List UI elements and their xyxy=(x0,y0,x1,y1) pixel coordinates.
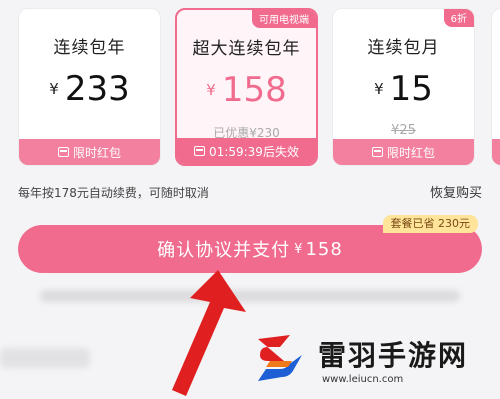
watermark-url: www.leiucn.com xyxy=(322,374,404,385)
plan-footer: 01:59:39后失效 xyxy=(177,138,316,164)
currency-symbol: ¥ xyxy=(374,80,384,98)
watermark-name: 雷羽手游网 xyxy=(318,339,469,372)
plan-footer: 限时红包 xyxy=(333,139,474,165)
pay-button-label: 确认协议并支付 xyxy=(157,240,291,261)
pay-amount: 158 xyxy=(305,238,343,260)
price-value: 158 xyxy=(221,70,287,110)
plan-price: ¥233 xyxy=(19,69,160,109)
blurred-agreement-text xyxy=(40,290,460,302)
watermark: 雷羽手游网 www.leiucn.com xyxy=(250,320,500,399)
footer-label: 限时红包 xyxy=(72,145,121,160)
currency-symbol: ¥ xyxy=(294,241,304,257)
plan-name: 连续包月 xyxy=(367,38,440,58)
discount-tag: 6折 xyxy=(443,9,474,27)
red-packet-icon xyxy=(194,146,206,156)
auto-renew-notice: 每年按178元自动续费，可随时取消 xyxy=(18,186,209,200)
plan-card-monthly[interactable]: 6折 连续包月 ¥15 ¥25 限时红包 xyxy=(332,8,475,166)
savings-badge: 套餐已省 230元 xyxy=(382,215,478,233)
plan-card-super-yearly[interactable]: 可用电视端 超大连续包年 ¥158 已优惠¥230 01:59:39后失效 xyxy=(175,8,318,166)
price-value: 15 xyxy=(389,69,433,109)
plan-price: ¥15 xyxy=(333,69,474,109)
plan-name: 连续包年 xyxy=(53,38,126,58)
plan-card-partial[interactable] xyxy=(491,8,500,166)
countdown-label: 01:59:39后失效 xyxy=(209,144,299,159)
plan-footer xyxy=(492,139,500,165)
restore-purchase-link[interactable]: 恢复购买 xyxy=(430,182,482,201)
plan-price: ¥158 xyxy=(177,70,316,110)
plan-footer: 限时红包 xyxy=(19,139,160,165)
tv-available-tag: 可用电视端 xyxy=(252,10,316,28)
site-logo-icon xyxy=(258,334,302,381)
footer-label: 限时红包 xyxy=(386,145,435,160)
currency-symbol: ¥ xyxy=(206,81,216,99)
plan-card-yearly[interactable]: 连续包年 ¥233 限时红包 xyxy=(18,8,161,166)
red-packet-icon xyxy=(57,147,69,157)
original-price: ¥25 xyxy=(391,123,416,138)
plan-name: 超大连续包年 xyxy=(192,39,301,59)
blurred-content xyxy=(0,348,90,368)
red-packet-icon xyxy=(371,147,383,157)
price-value: 233 xyxy=(64,69,130,109)
plan-options: 连续包年 ¥233 限时红包 可用电视端 超大连续包年 ¥158 已优惠¥230… xyxy=(0,0,500,172)
red-arrow-icon xyxy=(172,270,246,396)
currency-symbol: ¥ xyxy=(49,80,59,98)
